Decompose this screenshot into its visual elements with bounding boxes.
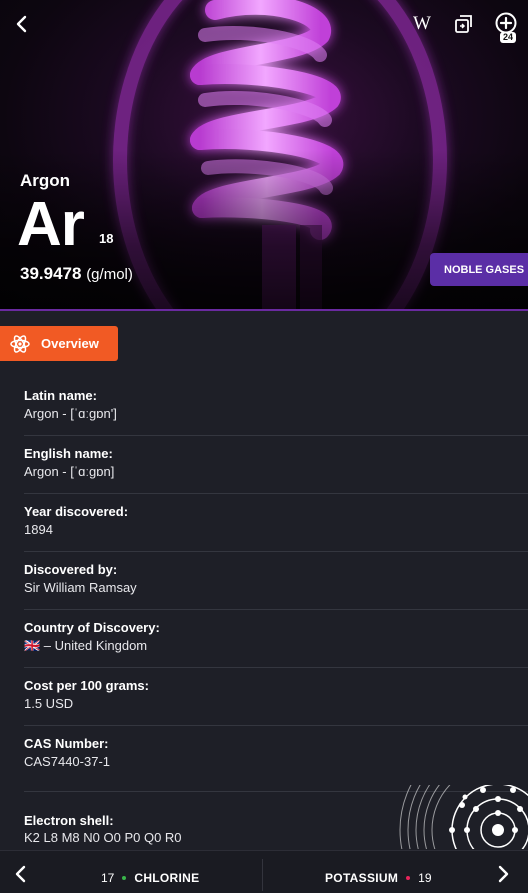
previous-element-name: CHLORINE [134,871,200,885]
chevron-right-icon[interactable] [492,863,514,885]
property-value: Argon - [ˈɑːɡɒn] [24,464,115,479]
list-item-country-of-discovery: Country of Discovery: 🇬🇧 – United Kingdo… [24,610,528,668]
atomic-mass-value: 39.9478 [20,264,82,283]
compare-count-badge: 24 [500,32,517,43]
list-item-english-name: English name: Argon - [ˈɑːɡɒn] [24,436,528,494]
property-label: English name: [24,446,113,461]
atomic-number: 18 [99,231,114,246]
hero-divider [0,309,528,311]
next-element-name: POTASSIUM [325,871,399,885]
property-value: K2 L8 M8 N0 O0 P0 Q0 R0 [24,830,182,845]
property-value: 1894 [24,522,53,537]
share-icon [455,15,472,33]
atomic-mass-unit: (g/mol) [86,266,133,283]
tab-overview[interactable]: Overview [0,326,118,361]
list-item-cost: Cost per 100 grams: 1.5 USD [24,668,528,726]
property-label: Country of Discovery: [24,620,160,635]
property-value: 1.5 USD [24,696,74,711]
wikipedia-icon: W [413,13,431,34]
property-label: Electron shell: [24,813,114,828]
property-label: Latin name: [24,388,97,403]
property-value: 🇬🇧 – United Kingdom [24,638,148,653]
chevron-left-icon [16,15,27,33]
list-item-electron-shell: Electron shell: K2 L8 M8 N0 O0 P0 Q0 R0 [0,785,528,849]
electron-shell-diagram [399,785,528,849]
category-badge[interactable]: NOBLE GASES [430,253,528,286]
element-symbol: Ar [17,190,85,259]
list-item-discovered-by: Discovered by: Sir William Ramsay [24,552,528,610]
previous-element-dot [122,876,127,880]
share-button[interactable] [450,10,478,38]
list-item-year-discovered: Year discovered: 1894 [24,494,528,552]
next-element-number: 19 [418,871,432,885]
list-item-cas-number: CAS Number: CAS7440-37-1 [24,726,528,792]
property-value: Sir William Ramsay [24,580,137,595]
property-value: CAS7440-37-1 [24,754,110,769]
property-value: Argon - [ˈɑːɡɒn'] [24,406,117,421]
element-navigation: 17 CHLORINE POTASSIUM 19 [0,850,528,893]
next-element-button[interactable]: POTASSIUM 19 [325,871,432,885]
hero-image-section: W 24 Argon Ar 18 39.9478 (g/mol) NOBLE G… [0,0,528,310]
list-item-latin-name: Latin name: Argon - [ˈɑːɡɒn'] [24,378,528,436]
chevron-left-icon[interactable] [10,863,32,885]
previous-element-number: 17 [101,871,115,885]
property-label: Discovered by: [24,562,118,577]
property-label: CAS Number: [24,736,109,751]
atomic-mass: 39.9478 (g/mol) [20,264,133,284]
nav-divider [262,859,263,891]
property-label: Cost per 100 grams: [24,678,149,693]
properties-list: Latin name: Argon - [ˈɑːɡɒn'] English na… [0,378,528,792]
compare-button[interactable]: 24 [492,10,520,43]
tab-overview-label: Overview [41,336,99,351]
previous-element-button[interactable]: 17 CHLORINE [101,871,199,885]
element-name: Argon [20,171,71,190]
atom-icon [10,334,30,353]
property-label: Year discovered: [24,504,129,519]
header-actions: W 24 [408,10,520,43]
back-button[interactable] [8,10,36,38]
wikipedia-button[interactable]: W [408,10,436,38]
next-element-dot [406,876,411,880]
